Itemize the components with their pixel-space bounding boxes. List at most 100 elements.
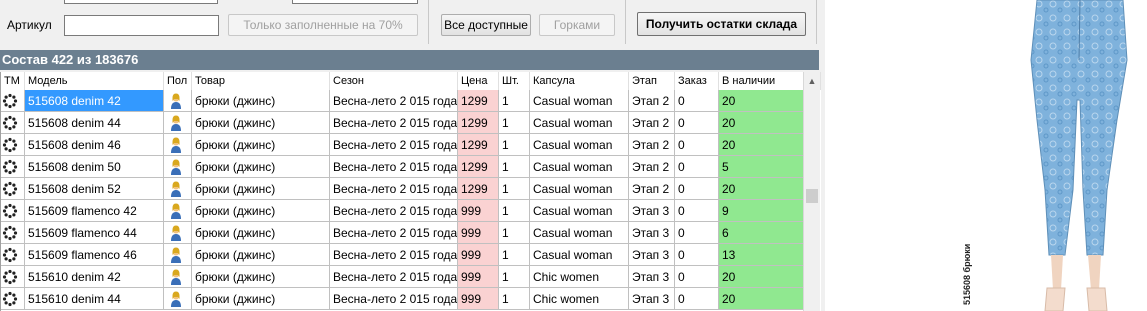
order-cell[interactable]: 0: [675, 112, 719, 134]
gender-cell[interactable]: [164, 244, 192, 266]
product-cell[interactable]: брюки (джинс): [192, 288, 330, 310]
gender-cell[interactable]: [164, 112, 192, 134]
order-cell[interactable]: 0: [675, 200, 719, 222]
gender-cell[interactable]: [164, 266, 192, 288]
column-header-tm[interactable]: ТМ: [1, 72, 25, 90]
capsule-cell[interactable]: Casual woman: [530, 156, 629, 178]
column-header-stage[interactable]: Этап: [629, 72, 675, 90]
tm-cell[interactable]: [1, 156, 25, 178]
season-cell[interactable]: Весна-лето 2 015 года: [330, 134, 458, 156]
gender-cell[interactable]: [164, 178, 192, 200]
tm-cell[interactable]: [1, 200, 25, 222]
stock-cell[interactable]: 20: [719, 178, 804, 200]
scroll-up-icon[interactable]: ▲: [807, 76, 817, 86]
column-header-stock[interactable]: В наличии: [719, 72, 804, 90]
product-cell[interactable]: брюки (джинс): [192, 178, 330, 200]
qty-cell[interactable]: 1: [499, 134, 530, 156]
model-cell[interactable]: 515609 flamenco 46: [25, 244, 164, 266]
order-cell[interactable]: 0: [675, 156, 719, 178]
model-cell[interactable]: 515608 denim 50: [25, 156, 164, 178]
table-row[interactable]: 515608 denim 46 брюки (джинс) Весна-лето 2…: [1, 134, 804, 156]
product-cell[interactable]: брюки (джинс): [192, 266, 330, 288]
model-cell[interactable]: 515610 denim 44: [25, 288, 164, 310]
qty-cell[interactable]: 1: [499, 222, 530, 244]
tm-cell[interactable]: [1, 244, 25, 266]
stock-cell[interactable]: 20: [719, 134, 804, 156]
qty-cell[interactable]: 1: [499, 244, 530, 266]
capsule-cell[interactable]: Casual woman: [530, 244, 629, 266]
column-header-product[interactable]: Товар: [192, 72, 330, 90]
stock-cell[interactable]: 20: [719, 288, 804, 310]
stock-cell[interactable]: 6: [719, 222, 804, 244]
column-header-model[interactable]: Модель: [25, 72, 164, 90]
qty-cell[interactable]: 1: [499, 90, 530, 112]
model-cell[interactable]: 515610 denim 42: [25, 266, 164, 288]
model-cell[interactable]: 515609 flamenco 42: [25, 200, 164, 222]
model-cell[interactable]: 515608 denim 42: [25, 90, 164, 112]
season-cell[interactable]: Весна-лето 2 015 года: [330, 244, 458, 266]
table-row[interactable]: 515608 denim 52 брюки (джинс) Весна-лето 2…: [1, 178, 804, 200]
order-cell[interactable]: 0: [675, 178, 719, 200]
table-row[interactable]: 515610 denim 42 брюки (джинс) Весна-лето 2…: [1, 266, 804, 288]
stage-cell[interactable]: Этап 3: [629, 222, 675, 244]
table-row[interactable]: 515609 flamenco 42 брюки (джинс) Весна-лет…: [1, 200, 804, 222]
product-cell[interactable]: брюки (джинс): [192, 134, 330, 156]
stage-cell[interactable]: Этап 2: [629, 156, 675, 178]
product-cell[interactable]: брюки (джинс): [192, 90, 330, 112]
capsule-cell[interactable]: Casual woman: [530, 90, 629, 112]
season-cell[interactable]: Весна-лето 2 015 года: [330, 266, 458, 288]
qty-cell[interactable]: 1: [499, 156, 530, 178]
qty-cell[interactable]: 1: [499, 266, 530, 288]
column-header-price[interactable]: Цена: [458, 72, 499, 90]
table-row[interactable]: 515609 flamenco 44 брюки (джинс) Весна-лет…: [1, 222, 804, 244]
price-cell[interactable]: 999: [458, 288, 499, 310]
stage-cell[interactable]: Этап 3: [629, 288, 675, 310]
tm-cell[interactable]: [1, 178, 25, 200]
price-cell[interactable]: 999: [458, 244, 499, 266]
stage-cell[interactable]: Этап 2: [629, 134, 675, 156]
stage-cell[interactable]: Этап 2: [629, 178, 675, 200]
product-cell[interactable]: брюки (джинс): [192, 112, 330, 134]
qty-cell[interactable]: 1: [499, 200, 530, 222]
column-header-gender[interactable]: Пол: [164, 72, 192, 90]
column-header-qty[interactable]: Шт.: [499, 72, 530, 90]
tm-cell[interactable]: [1, 288, 25, 310]
order-cell[interactable]: 0: [675, 90, 719, 112]
stock-cell[interactable]: 20: [719, 266, 804, 288]
table-row[interactable]: 515608 denim 50 брюки (джинс) Весна-лето 2…: [1, 156, 804, 178]
filled-70-button[interactable]: Только заполненные на 70%: [228, 14, 418, 36]
qty-cell[interactable]: 1: [499, 112, 530, 134]
capsule-cell[interactable]: Chic women: [530, 288, 629, 310]
tm-cell[interactable]: [1, 266, 25, 288]
order-cell[interactable]: 0: [675, 244, 719, 266]
tm-cell[interactable]: [1, 222, 25, 244]
qty-cell[interactable]: 1: [499, 178, 530, 200]
season-cell[interactable]: Весна-лето 2 015 года: [330, 156, 458, 178]
season-cell[interactable]: Весна-лето 2 015 года: [330, 222, 458, 244]
column-header-season[interactable]: Сезон: [330, 72, 458, 90]
column-header-capsule[interactable]: Капсула: [530, 72, 629, 90]
model-cell[interactable]: 515608 denim 52: [25, 178, 164, 200]
order-cell[interactable]: 0: [675, 134, 719, 156]
price-cell[interactable]: 1299: [458, 156, 499, 178]
table-row[interactable]: 515608 denim 44 брюки (джинс) Весна-лето 2…: [1, 112, 804, 134]
capsule-cell[interactable]: Casual woman: [530, 222, 629, 244]
top-field-left[interactable]: [64, 0, 218, 4]
model-cell[interactable]: 515608 denim 46: [25, 134, 164, 156]
season-cell[interactable]: Весна-лето 2 015 года: [330, 200, 458, 222]
gender-cell[interactable]: [164, 288, 192, 310]
capsule-cell[interactable]: Chic women: [530, 266, 629, 288]
stage-cell[interactable]: Этап 3: [629, 200, 675, 222]
stage-cell[interactable]: Этап 3: [629, 266, 675, 288]
gender-cell[interactable]: [164, 200, 192, 222]
table-row[interactable]: 515608 denim 42 брюки (джинс) Весна-лето 2…: [1, 90, 804, 112]
qty-cell[interactable]: 1: [499, 288, 530, 310]
price-cell[interactable]: 1299: [458, 90, 499, 112]
capsule-cell[interactable]: Casual woman: [530, 178, 629, 200]
season-cell[interactable]: Весна-лето 2 015 года: [330, 288, 458, 310]
season-cell[interactable]: Весна-лето 2 015 года: [330, 112, 458, 134]
product-cell[interactable]: брюки (джинс): [192, 244, 330, 266]
tm-cell[interactable]: [1, 90, 25, 112]
tm-cell[interactable]: [1, 134, 25, 156]
stage-cell[interactable]: Этап 2: [629, 112, 675, 134]
